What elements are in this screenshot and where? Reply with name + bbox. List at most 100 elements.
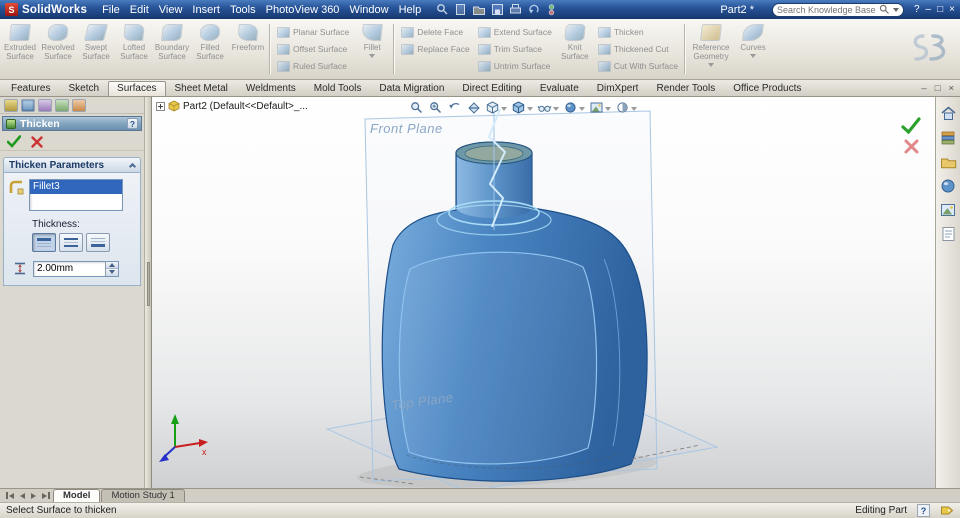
section-view-button[interactable] [465,99,482,116]
edit-appearance-button[interactable] [562,99,586,116]
tab-mold-tools[interactable]: Mold Tools [305,81,371,96]
thicken-button[interactable]: Thicken [597,25,678,39]
print-button[interactable] [509,3,522,16]
tab-features[interactable]: Features [2,81,59,96]
thicken-both-sides-button[interactable] [59,233,83,252]
panel-splitter[interactable] [145,97,152,488]
dimxpertmanager-tab-icon[interactable] [55,98,69,112]
previous-tab-button[interactable] [17,489,28,502]
search-scope-dropdown-icon[interactable] [892,7,899,12]
undo-button[interactable] [527,3,540,16]
tab-sheet-metal[interactable]: Sheet Metal [166,81,237,96]
tab-surfaces[interactable]: Surfaces [108,81,166,96]
menu-photoview[interactable]: PhotoView 360 [261,3,345,17]
doc-close-button[interactable]: × [948,83,954,94]
knit-surface-button[interactable]: Knit Surface [556,20,594,78]
graphics-viewport[interactable]: Front Plane Top Plane x Part2 (Default<<… [152,97,935,488]
thicken-parameters-header[interactable]: Thicken Parameters [3,157,141,172]
tab-office-products[interactable]: Office Products [724,81,810,96]
propertymanager-tab-icon[interactable] [21,98,35,112]
feature-tree-root[interactable]: Part2 (Default<<Default>_... [183,101,308,112]
extend-surface-button[interactable]: Extend Surface [477,25,552,39]
tree-expand-icon[interactable] [156,101,165,111]
displaymanager-tab-icon[interactable] [72,98,86,112]
tab-direct-editing[interactable]: Direct Editing [453,81,530,96]
curves-button[interactable]: Curves [734,20,772,78]
close-button[interactable]: × [949,4,955,15]
quick-tips-icon[interactable] [940,504,954,517]
model-tab[interactable]: Model [53,489,101,502]
splitter-grip[interactable] [146,262,150,306]
open-button[interactable] [472,3,486,16]
status-help-button[interactable]: ? [917,504,930,517]
apply-scene-button[interactable] [588,99,612,116]
appearance-dropdown-icon[interactable] [579,106,585,111]
home-resources-icon[interactable] [940,105,957,121]
tab-data-migration[interactable]: Data Migration [370,81,453,96]
reference-geometry-button[interactable]: Reference Geometry [688,20,734,78]
last-tab-button[interactable] [39,489,53,502]
custom-properties-icon[interactable] [941,226,956,242]
revolved-surface-button[interactable]: Revolved Surface [39,20,77,78]
thicken-side2-button[interactable] [86,233,110,252]
thickness-input[interactable] [34,261,105,276]
configurationmanager-tab-icon[interactable] [38,98,52,112]
new-document-button[interactable] [454,3,467,16]
previous-view-button[interactable] [446,99,463,116]
search-magnifier-icon[interactable] [879,4,890,15]
menu-tools[interactable]: Tools [225,3,261,17]
delete-face-button[interactable]: Delete Face [401,25,469,39]
selected-surface-item[interactable]: Fillet3 [30,180,122,194]
pm-ok-button[interactable] [7,135,21,148]
first-tab-button[interactable] [3,489,17,502]
search-icon[interactable] [436,3,449,16]
menu-file[interactable]: File [97,3,125,17]
menu-view[interactable]: View [154,3,188,17]
filled-surface-button[interactable]: Filled Surface [191,20,229,78]
reference-geometry-dropdown-icon[interactable] [708,63,715,67]
replace-face-button[interactable]: Replace Face [401,42,470,56]
curves-dropdown-icon[interactable] [750,54,757,58]
ruled-surface-button[interactable]: Ruled Surface [277,59,349,73]
scenes-icon[interactable] [940,203,956,217]
tab-dimxpert[interactable]: DimXpert [588,81,648,96]
hide-show-items-button[interactable] [536,99,560,116]
spinner-down-button[interactable] [106,269,118,276]
pm-cancel-button[interactable] [31,135,43,148]
fillet-dropdown-icon[interactable] [369,54,376,58]
planar-surface-button[interactable]: Planar Surface [277,25,349,39]
featuremanager-tab-icon[interactable] [4,98,18,112]
minimize-button[interactable]: – [926,4,932,15]
freeform-button[interactable]: Freeform [229,20,267,78]
trim-surface-button[interactable]: Trim Surface [477,42,552,56]
menu-help[interactable]: Help [394,3,427,17]
view-settings-dropdown-icon[interactable] [631,106,637,111]
thickened-cut-button[interactable]: Thickened Cut [597,42,678,56]
menu-edit[interactable]: Edit [125,3,154,17]
search-input[interactable] [776,4,876,15]
doc-minimize-button[interactable]: – [921,83,926,94]
save-button[interactable] [491,3,504,16]
zoom-to-area-button[interactable] [427,99,444,116]
confirm-cancel-button[interactable] [904,139,919,154]
hide-show-dropdown-icon[interactable] [553,106,559,111]
extruded-surface-button[interactable]: Extruded Surface [1,20,39,78]
view-settings-button[interactable] [614,99,638,116]
lofted-surface-button[interactable]: Lofted Surface [115,20,153,78]
surface-selection-listbox[interactable]: Fillet3 [29,179,123,211]
scene-dropdown-icon[interactable] [605,106,611,111]
untrim-surface-button[interactable]: Untrim Surface [477,59,552,73]
maximize-button[interactable]: □ [937,4,943,15]
doc-restore-button[interactable]: □ [935,83,941,94]
boundary-surface-button[interactable]: Boundary Surface [153,20,191,78]
fillet-button[interactable]: Fillet [353,20,391,78]
front-plane-label[interactable]: Front Plane [370,121,443,136]
menu-insert[interactable]: Insert [187,3,225,17]
thicken-side1-button[interactable] [32,233,56,252]
swept-surface-button[interactable]: Swept Surface [77,20,115,78]
display-style-button[interactable] [510,99,534,116]
view-orientation-dropdown-icon[interactable] [501,106,507,111]
cut-with-surface-button[interactable]: Cut With Surface [597,59,678,73]
tab-sketch[interactable]: Sketch [59,81,108,96]
display-style-dropdown-icon[interactable] [527,106,533,111]
